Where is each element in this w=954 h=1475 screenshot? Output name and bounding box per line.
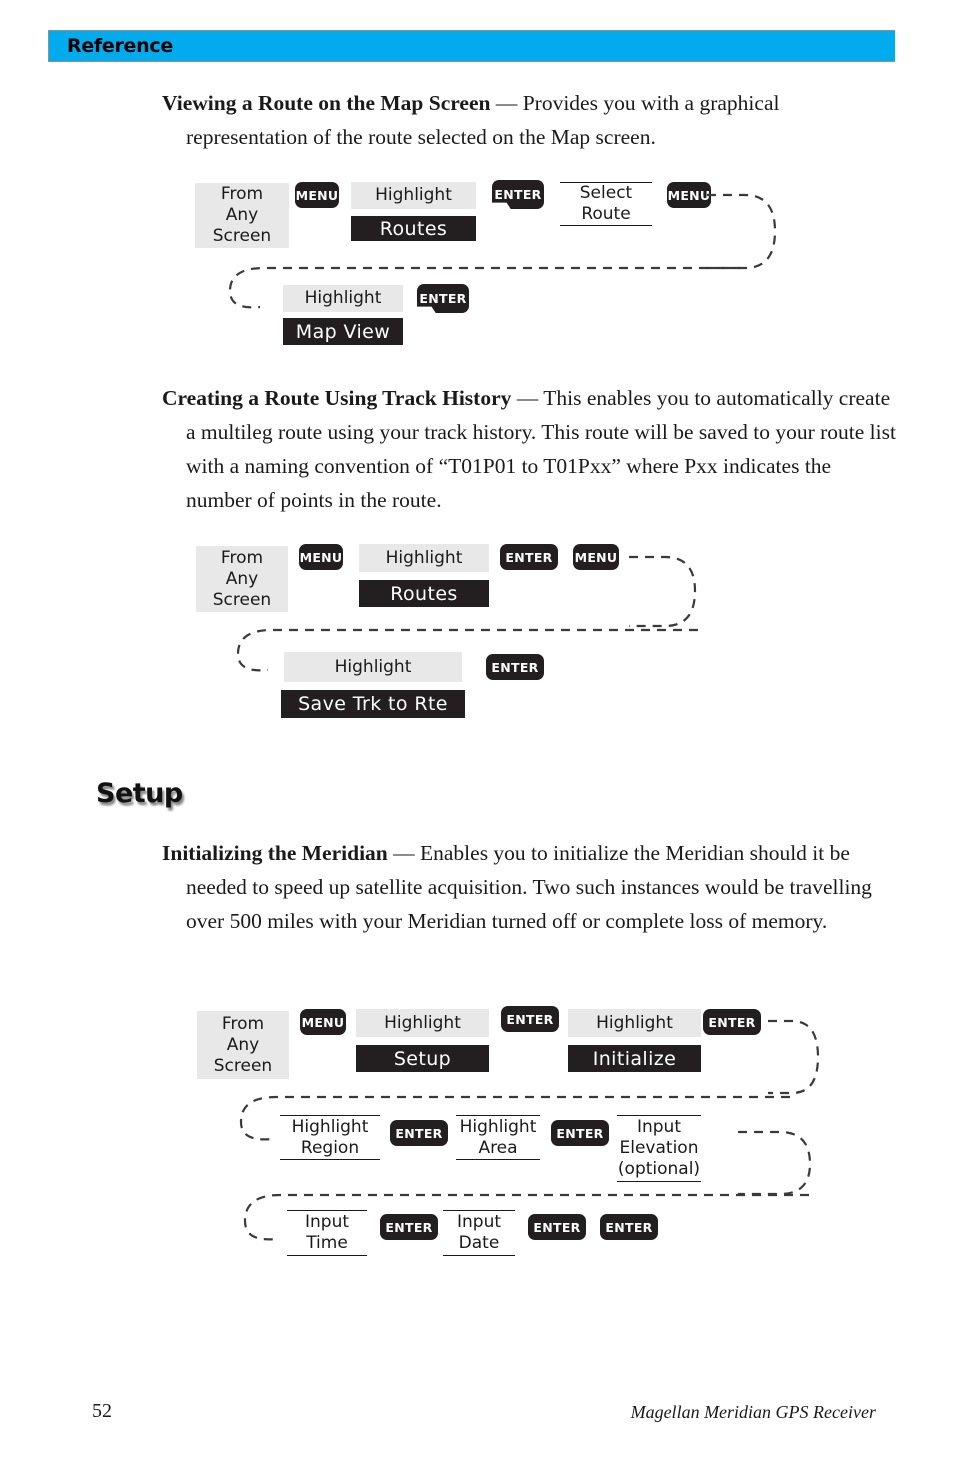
key-enter-icon[interactable]: ENTER [600, 1214, 658, 1240]
flow-node-setup: Setup [356, 1045, 489, 1072]
flow-connector-wrap-right-2 [738, 1130, 812, 1196]
flow-node-highlight-1: Highlight [356, 1009, 489, 1037]
key-enter-icon[interactable]: ENTER [551, 1120, 609, 1146]
flow-node-input-elevation: Input Elevation (optional) [617, 1115, 701, 1182]
flow-diagram-initializing-meridian: From Any Screen MENU Highlight Setup ENT… [0, 0, 954, 1475]
flow-node-highlight-2: Highlight [568, 1009, 701, 1037]
key-menu-icon[interactable]: MENU [300, 1009, 346, 1035]
flow-node-input-date: Input Date [443, 1210, 515, 1256]
flow-node-highlight-region: Highlight Region [280, 1115, 380, 1160]
key-enter-icon[interactable]: ENTER [703, 1009, 761, 1035]
flow-node-from-any-screen: From Any Screen [197, 1011, 289, 1079]
flow-connector-wrap-right-1 [768, 1019, 820, 1095]
flow-node-input-time: Input Time [287, 1210, 367, 1256]
key-enter-icon[interactable]: ENTER [528, 1214, 586, 1240]
key-enter-icon[interactable]: ENTER [390, 1120, 448, 1146]
flow-node-initialize: Initialize [568, 1045, 701, 1072]
footer-page-number: 52 [92, 1400, 112, 1422]
footer-product-name: Magellan Meridian GPS Receiver [630, 1402, 876, 1422]
key-enter-icon[interactable]: ENTER [501, 1006, 559, 1032]
flow-node-highlight-area: Highlight Area [456, 1115, 540, 1160]
key-enter-icon[interactable]: ENTER [380, 1214, 438, 1240]
